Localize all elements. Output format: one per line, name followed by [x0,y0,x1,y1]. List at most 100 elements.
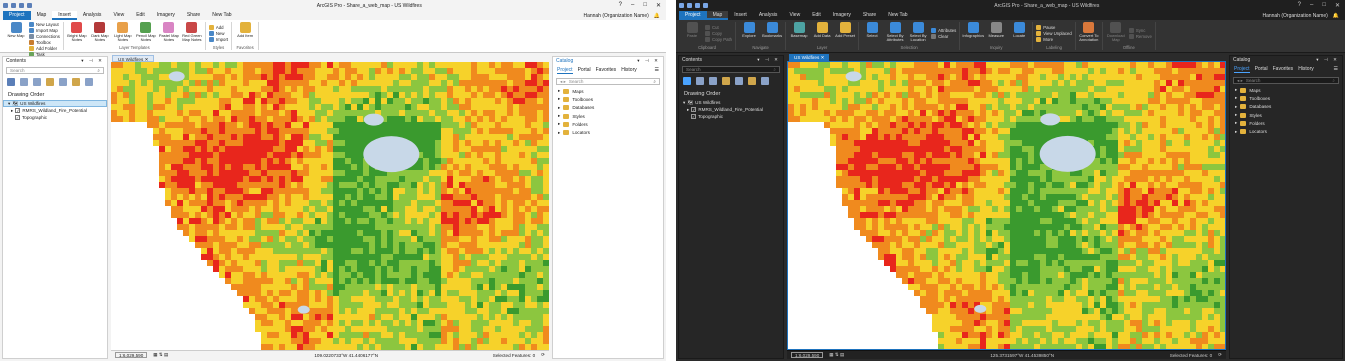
close-button[interactable]: ✕ [1335,2,1340,9]
tab-analysis[interactable]: Analysis [753,11,784,20]
undo-icon[interactable] [11,3,16,8]
map-view[interactable] [787,61,1226,350]
refresh-icon[interactable]: ⟳ [541,352,545,358]
tab-new-tab[interactable]: New Tab [206,11,237,20]
contents-search-input[interactable]: Search ⌕ [682,66,780,73]
list-by-editing-icon[interactable] [46,78,54,86]
attributes-button[interactable]: Attributes [931,28,956,33]
notification-icon[interactable]: 🔔 [1333,13,1339,19]
tab-share[interactable]: Share [181,11,206,20]
tab-map[interactable]: Map [31,11,53,20]
tab-project[interactable]: Project [679,11,707,20]
minimize-button[interactable]: – [1310,2,1313,9]
catalog-item-databases[interactable]: ▸ Databases [553,104,663,112]
list-by-drawing-order-icon[interactable] [7,78,15,86]
redo-icon[interactable] [19,3,24,8]
chevron-right-icon[interactable]: ▸ [687,106,689,113]
list-by-editing-icon[interactable] [722,77,730,85]
chevron-down-icon[interactable]: ▾ [8,100,10,107]
visibility-checkbox[interactable]: ✓ [691,107,697,112]
chevron-right-icon[interactable]: ▸ [558,113,560,119]
connections-button[interactable]: Connections [29,34,60,39]
catalog-item-styles[interactable]: ▸ Styles [553,112,663,120]
user-account[interactable]: Hannah (Organization Name) 🔔 [1262,13,1345,19]
basemap-button[interactable]: Basemap [789,22,809,45]
tab-catalog-favorites[interactable]: Favorites [596,67,617,74]
list-by-source-icon[interactable] [20,78,28,86]
help-button[interactable]: ? [1298,2,1301,9]
bookmarks-button[interactable]: Bookmarks [762,22,782,45]
catalog-item-folders[interactable]: ▸ Folders [553,120,663,128]
pause-button[interactable]: Pause [1036,25,1072,30]
list-by-labeling-icon[interactable] [748,77,756,85]
infographics-button[interactable]: Infographics [962,22,984,45]
tab-edit[interactable]: Edit [130,11,151,20]
back-icon[interactable]: ◂ ▸ [560,78,566,85]
help-button[interactable]: ? [619,2,622,9]
tree-item-basemap[interactable]: ✓ Topographic [3,114,107,121]
chevron-right-icon[interactable]: ▸ [558,96,560,102]
convert-to-annotation-button[interactable]: Convert To Annotation [1079,22,1099,45]
import-button[interactable]: Import [208,37,228,42]
paste-button[interactable]: Paste [682,22,702,45]
tree-item-map[interactable]: ▾ 🗺 US Wildfires [679,99,783,106]
cut-button[interactable]: Cut [705,25,732,30]
wildfire-potential-map[interactable] [111,62,549,350]
chevron-right-icon[interactable]: ▸ [558,130,560,136]
sync-button[interactable]: Sync [1128,28,1152,33]
dark-map-notes-button[interactable]: Dark Map Notes [90,22,110,45]
tab-map[interactable]: Map [706,11,729,20]
chevron-down-icon[interactable]: ▾ [683,99,685,106]
close-button[interactable]: ✕ [656,2,661,9]
wildfire-potential-map[interactable] [788,62,1226,350]
maximize-button[interactable]: □ [1322,2,1326,9]
tab-view[interactable]: View [107,11,130,20]
new-layout-button[interactable]: New Layout [29,22,60,27]
contents-search-input[interactable]: Search ⌕ [6,67,104,74]
tab-catalog-history[interactable]: History [621,67,637,74]
map-view[interactable] [111,62,549,350]
tree-item-map[interactable]: ▾ 🗺 US Wildfires [3,100,107,107]
scale-selector[interactable]: 1:6,029,590 [115,352,148,358]
chevron-right-icon[interactable]: ▸ [558,105,560,111]
tab-catalog-portal[interactable]: Portal [578,67,591,74]
list-by-snapping-icon[interactable] [59,78,67,86]
list-by-source-icon[interactable] [696,77,704,85]
tree-item-basemap[interactable]: ✓ Topographic [679,113,783,120]
save-icon[interactable] [679,3,684,8]
maximize-button[interactable]: □ [643,2,647,9]
add-button[interactable]: Add [208,25,228,30]
pencil-map-notes-button[interactable]: Pencil Map Notes [136,22,156,45]
visibility-checkbox[interactable]: ✓ [15,115,20,120]
chevron-right-icon[interactable]: ▸ [11,107,13,114]
menu-icon[interactable]: ☰ [655,67,659,74]
list-by-charts-icon[interactable] [761,77,769,85]
remove-button[interactable]: Remove [1128,34,1152,39]
copy-button[interactable]: Copy [705,31,732,36]
tab-insert[interactable]: Insert [52,11,77,20]
select-by-location-button[interactable]: Select By Location [908,22,928,45]
chevron-right-icon[interactable]: ▸ [558,121,560,127]
catalog-item-locators[interactable]: ▸ Locators [553,128,663,136]
tab-imagery[interactable]: Imagery [151,11,181,20]
map-tools-icons[interactable]: ▦ ⇅ ▤ [153,352,168,358]
explore-button[interactable]: Explore [739,22,759,45]
new-button[interactable]: New [208,31,228,36]
list-by-selection-icon[interactable] [33,78,41,86]
red-green-map-notes-button[interactable]: Red Green Map Notes [182,22,202,45]
add-data-button[interactable]: Add Data [812,22,832,45]
add-preset-button[interactable]: Add Preset [835,22,855,45]
tree-item-layer[interactable]: ▸ ✓ RMRS_Wildland_Fire_Potential [679,106,783,113]
more-button[interactable]: More [1036,37,1072,42]
map-view-tab[interactable]: US Wildfires ✕ [112,55,155,62]
tab-view[interactable]: View [783,11,806,20]
visibility-checkbox[interactable]: ✓ [15,108,21,113]
pastel-map-notes-button[interactable]: Pastel Map Notes [159,22,179,45]
list-by-snapping-icon[interactable] [735,77,743,85]
list-by-charts-icon[interactable] [85,78,93,86]
measure-button[interactable]: Measure [986,22,1006,45]
tab-catalog-project[interactable]: Project [557,67,573,74]
tab-project[interactable]: Project [3,11,31,20]
bright-map-notes-button[interactable]: Bright Map Notes [67,22,87,45]
list-by-selection-icon[interactable] [709,77,717,85]
